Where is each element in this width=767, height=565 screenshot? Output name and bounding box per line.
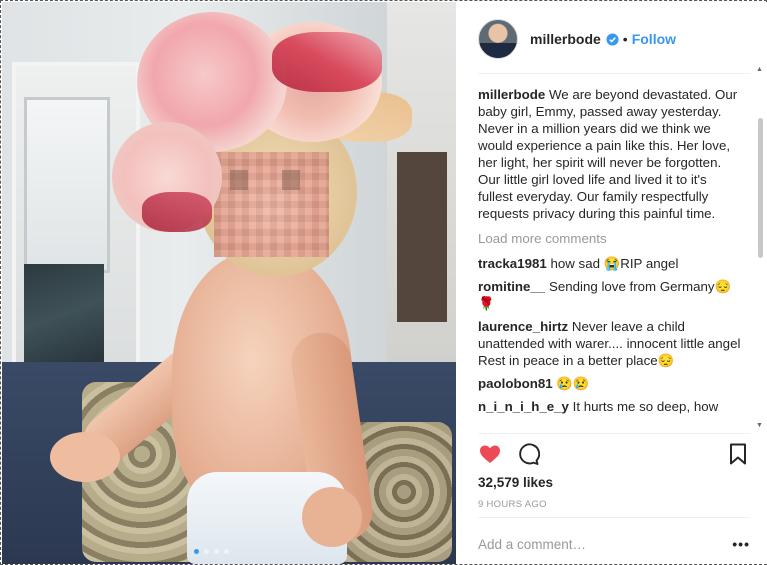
comment-item: paolobon81 😢😢	[478, 375, 744, 392]
comment-username[interactable]: tracka1981	[478, 256, 547, 271]
photo-child-right-hand	[302, 487, 362, 547]
comment-icon[interactable]	[516, 442, 540, 466]
caption-username[interactable]: millerbode	[478, 87, 545, 102]
post-timestamp[interactable]: 9 HOURS AGO	[478, 499, 547, 510]
post-photo[interactable]	[2, 2, 456, 564]
comment-item: romitine__ Sending love from Germany😔 🌹	[478, 278, 744, 312]
photo-flower-red-feather	[272, 32, 382, 92]
add-comment-bar: •••	[478, 534, 750, 554]
add-comment-input[interactable]	[478, 536, 718, 552]
bookmark-icon[interactable]	[726, 442, 750, 466]
carousel-dot[interactable]	[194, 549, 199, 554]
carousel-dot[interactable]	[204, 549, 209, 554]
load-more-comments-link[interactable]: Load more comments	[478, 230, 744, 247]
caption: millerbode We are beyond devastated. Our…	[478, 86, 744, 222]
actions-divider	[478, 433, 750, 434]
comment-item: laurence_hirtz Never leave a child unatt…	[478, 318, 744, 369]
header-username[interactable]: millerbode	[530, 31, 601, 47]
comment-text: It hurts me so deep, how	[572, 399, 719, 414]
likes-count[interactable]: 32,579 likes	[478, 475, 553, 490]
carousel-dot[interactable]	[214, 549, 219, 554]
photo-painting	[24, 264, 104, 364]
heart-icon[interactable]	[478, 442, 502, 466]
comment-username[interactable]: paolobon81	[478, 376, 553, 391]
post-modal: millerbode • Follow ▲ ▼ millerbode We ar…	[0, 0, 767, 565]
photo-blurred-eyes	[230, 170, 310, 190]
photo-blurred-face	[214, 152, 329, 257]
photo-child-left-hand	[50, 432, 120, 482]
comment-username[interactable]: laurence_hirtz	[478, 319, 568, 334]
carousel-dot[interactable]	[224, 549, 229, 554]
comment-divider	[478, 517, 750, 518]
photo-shelf	[397, 152, 447, 322]
header-separator: •	[622, 31, 628, 47]
action-bar	[478, 442, 750, 468]
post-header: millerbode • Follow	[478, 18, 750, 60]
caption-text: We are beyond devastated. Our baby girl,…	[478, 87, 738, 221]
scroll-up-arrow-icon[interactable]: ▲	[756, 66, 763, 73]
scrollbar-thumb[interactable]	[758, 118, 763, 258]
post-side-panel: millerbode • Follow ▲ ▼ millerbode We ar…	[456, 2, 767, 564]
comment-item: n_i_n_i_h_e_y It hurts me so deep, how	[478, 398, 744, 415]
comment-item: tracka1981 how sad 😭RIP angel	[478, 255, 744, 272]
comment-username[interactable]: n_i_n_i_h_e_y	[478, 399, 569, 414]
comment-text: 😢😢	[556, 376, 590, 391]
comments-scrollbar[interactable]	[758, 74, 763, 429]
comment-text: how sad 😭RIP angel	[550, 256, 679, 271]
carousel-indicator	[194, 549, 229, 554]
comments-list: millerbode We are beyond devastated. Our…	[478, 86, 744, 431]
photo-window	[24, 97, 110, 273]
avatar[interactable]	[478, 19, 518, 59]
verified-badge-icon	[606, 32, 619, 46]
photo-flower-red-feather	[142, 192, 212, 232]
header-divider	[478, 73, 750, 74]
scroll-down-arrow-icon[interactable]: ▼	[756, 422, 763, 429]
follow-button[interactable]: Follow	[632, 31, 676, 47]
comment-username[interactable]: romitine__	[478, 279, 545, 294]
more-options-button[interactable]: •••	[732, 536, 750, 552]
